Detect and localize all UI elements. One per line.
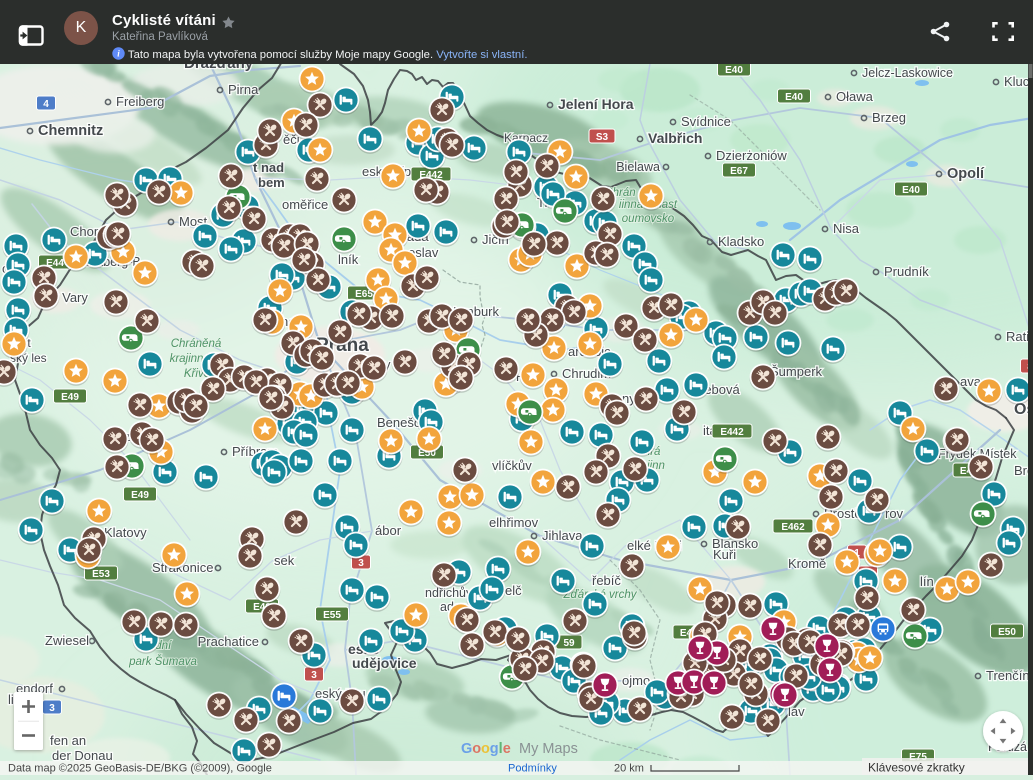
svg-text:E442: E442 — [720, 427, 744, 438]
svg-text:E40: E40 — [785, 92, 803, 103]
svg-text:sek: sek — [274, 553, 295, 568]
svg-text:fen an: fen an — [50, 733, 86, 748]
svg-text:E49: E49 — [61, 392, 79, 403]
svg-text:20 km: 20 km — [614, 763, 644, 775]
svg-text:Prachatice: Prachatice — [198, 634, 259, 649]
svg-text:lník: lník — [338, 252, 359, 267]
svg-text:Kladsko: Kladsko — [718, 234, 764, 249]
svg-text:der Donau: der Donau — [52, 748, 113, 763]
svg-text:S3: S3 — [596, 132, 609, 143]
svg-text:E462: E462 — [781, 522, 805, 533]
svg-text:Klávesové zkratky: Klávesové zkratky — [868, 761, 965, 775]
svg-text:Freiberg: Freiberg — [116, 94, 164, 109]
svg-text:Bielawa: Bielawa — [616, 160, 660, 174]
svg-text:o: o — [481, 741, 490, 757]
svg-text:3: 3 — [49, 703, 55, 714]
svg-text:o: o — [472, 741, 481, 757]
svg-text:bem: bem — [258, 175, 285, 190]
svg-text:Zwiesel: Zwiesel — [45, 633, 89, 648]
svg-text:lín: lín — [920, 574, 934, 589]
svg-text:E67: E67 — [730, 166, 748, 177]
svg-text:Jelení Hora: Jelení Hora — [558, 96, 634, 112]
svg-text:My Maps: My Maps — [519, 741, 578, 757]
svg-text:59: 59 — [563, 638, 575, 649]
svg-text:e: e — [503, 741, 511, 757]
svg-text:Klatovy: Klatovy — [104, 525, 147, 540]
svg-text:vlíčkův: vlíčkův — [492, 458, 532, 473]
svg-text:Data map ©2025 GeoBasis-DE/BKG: Data map ©2025 GeoBasis-DE/BKG (©2009), … — [8, 763, 272, 775]
svg-text:elhřimov: elhřimov — [489, 515, 539, 530]
svg-text:Kuři: Kuři — [713, 547, 736, 562]
svg-text:Dzierżoniów: Dzierżoniów — [716, 148, 787, 163]
svg-text:E53: E53 — [92, 569, 110, 580]
svg-text:Šumperk: Šumperk — [770, 364, 823, 379]
svg-text:Trenčín: Trenčín — [986, 668, 1030, 683]
svg-text:E40: E40 — [725, 65, 743, 76]
svg-text:Nisa: Nisa — [833, 221, 860, 236]
svg-text:E49: E49 — [131, 490, 149, 501]
svg-text:Jihlava: Jihlava — [542, 528, 583, 543]
svg-text:Opolí: Opolí — [947, 166, 985, 182]
svg-text:udějovice: udějovice — [352, 655, 417, 671]
svg-text:G: G — [461, 741, 472, 757]
svg-text:4: 4 — [43, 99, 49, 110]
svg-text:Pirna: Pirna — [228, 82, 259, 97]
svg-text:park Šumava: park Šumava — [128, 655, 197, 668]
svg-text:Chráněná: Chráněná — [171, 338, 222, 350]
svg-text:Podmínky: Podmínky — [508, 763, 557, 775]
svg-text:E55: E55 — [323, 610, 341, 621]
svg-text:Brzeg: Brzeg — [872, 110, 906, 125]
svg-text:E50: E50 — [998, 627, 1016, 638]
svg-text:Svídnice: Svídnice — [681, 114, 731, 129]
svg-text:řebíč: řebíč — [592, 573, 621, 588]
svg-text:Valbřich: Valbřich — [648, 130, 702, 146]
svg-text:elč: elč — [505, 583, 522, 598]
svg-text:Drážďany: Drážďany — [184, 64, 254, 72]
svg-text:Prudník: Prudník — [884, 264, 929, 279]
svg-text:E40: E40 — [902, 185, 920, 196]
svg-text:oměřice: oměřice — [282, 197, 328, 212]
svg-text:Jelcz-Laskowice: Jelcz-Laskowice — [862, 66, 953, 80]
svg-text:g: g — [490, 741, 499, 757]
svg-text:Chemnitz: Chemnitz — [38, 123, 103, 139]
svg-text:oumovsko: oumovsko — [622, 213, 675, 225]
svg-text:Oława: Oława — [836, 89, 874, 104]
svg-text:3: 3 — [311, 670, 317, 681]
svg-text:ábor: ábor — [375, 523, 402, 538]
